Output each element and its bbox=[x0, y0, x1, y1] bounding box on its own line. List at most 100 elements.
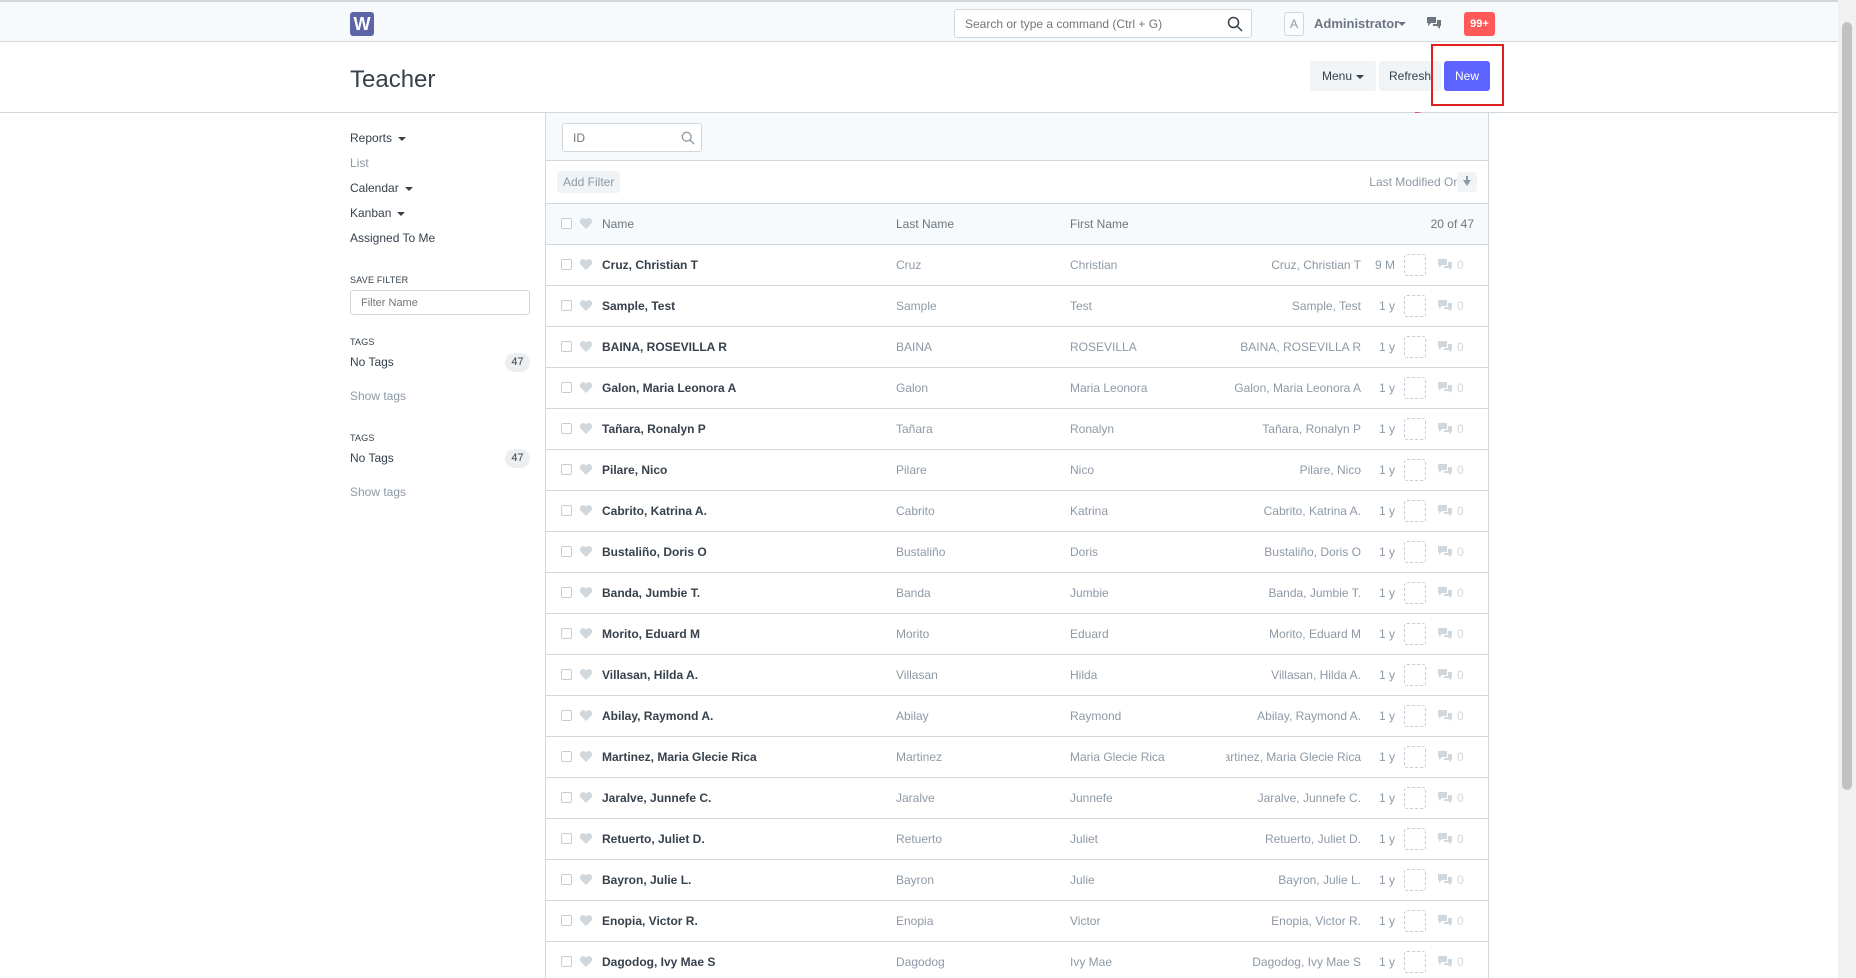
row-name-link[interactable]: Sample, Test bbox=[602, 286, 675, 326]
heart-icon[interactable] bbox=[579, 791, 593, 804]
table-row[interactable]: Pilare, Nico Pilare Nico Pilare, Nico 1 y 0 bbox=[546, 450, 1488, 491]
heart-icon[interactable] bbox=[579, 422, 593, 435]
row-checkbox[interactable] bbox=[561, 628, 572, 639]
table-row[interactable]: Tañara, Ronalyn P Tañara Ronalyn Tañara, Ro… bbox=[546, 409, 1488, 450]
row-checkbox[interactable] bbox=[561, 546, 572, 557]
row-name-link[interactable]: Cruz, Christian T bbox=[602, 245, 698, 285]
select-all-checkbox[interactable] bbox=[561, 218, 572, 229]
row-name-link[interactable]: Retuerto, Juliet D. bbox=[602, 819, 705, 859]
heart-icon[interactable] bbox=[579, 545, 593, 558]
sidebar-item-assigned-to-me[interactable]: Assigned To Me bbox=[350, 228, 530, 253]
row-checkbox[interactable] bbox=[561, 792, 572, 803]
sort-selector[interactable]: Last Modified On bbox=[1369, 175, 1460, 189]
id-filter-input[interactable] bbox=[563, 124, 673, 151]
user-menu[interactable]: Administrator bbox=[1314, 16, 1399, 31]
caret-down-icon[interactable] bbox=[1398, 22, 1406, 26]
heart-icon[interactable] bbox=[579, 504, 593, 517]
row-checkbox[interactable] bbox=[561, 587, 572, 598]
table-row[interactable]: Enopia, Victor R. Enopia Victor Enopia, Vic… bbox=[546, 901, 1488, 942]
search-icon[interactable] bbox=[1227, 16, 1243, 32]
table-row[interactable]: Bayron, Julie L. Bayron Julie Bayron, Julie… bbox=[546, 860, 1488, 901]
awesome-bar[interactable] bbox=[954, 9, 1252, 38]
chat-icon[interactable] bbox=[1426, 16, 1442, 30]
row-checkbox[interactable] bbox=[561, 341, 572, 352]
user-avatar[interactable]: A bbox=[1284, 12, 1304, 36]
row-name-link[interactable]: Pilare, Nico bbox=[602, 450, 667, 490]
filter-name-input[interactable] bbox=[350, 290, 530, 315]
table-row[interactable]: Cruz, Christian T Cruz Christian Cruz, Chri… bbox=[546, 245, 1488, 286]
table-row[interactable]: Retuerto, Juliet D. Retuerto Juliet Retuert… bbox=[546, 819, 1488, 860]
page-scrollbar[interactable] bbox=[1838, 0, 1856, 978]
heart-icon[interactable] bbox=[579, 832, 593, 845]
table-row[interactable]: BAINA, ROSEVILLA R BAINA ROSEVILLA BAINA, R… bbox=[546, 327, 1488, 368]
heart-icon[interactable] bbox=[579, 668, 593, 681]
row-checkbox[interactable] bbox=[561, 956, 572, 967]
heart-icon[interactable] bbox=[579, 914, 593, 927]
row-checkbox[interactable] bbox=[561, 259, 572, 270]
table-row[interactable]: Martinez, Maria Glecie Rica Martinez Maria… bbox=[546, 737, 1488, 778]
sidebar-item-kanban[interactable]: Kanban bbox=[350, 203, 530, 228]
row-name-link[interactable]: Villasan, Hilda A. bbox=[602, 655, 698, 695]
heart-icon[interactable] bbox=[579, 750, 593, 763]
row-name-link[interactable]: Jaralve, Junnefe C. bbox=[602, 778, 711, 818]
table-row[interactable]: Jaralve, Junnefe C. Jaralve Junnefe Jaralve… bbox=[546, 778, 1488, 819]
row-checkbox[interactable] bbox=[561, 464, 572, 475]
heart-icon[interactable] bbox=[579, 463, 593, 476]
row-checkbox[interactable] bbox=[561, 874, 572, 885]
sort-order-button[interactable] bbox=[1457, 172, 1477, 192]
row-checkbox[interactable] bbox=[561, 669, 572, 680]
id-filter-field[interactable] bbox=[562, 123, 702, 152]
heart-icon[interactable] bbox=[579, 217, 593, 230]
row-name-link[interactable]: Cabrito, Katrina A. bbox=[602, 491, 707, 531]
heart-icon[interactable] bbox=[579, 586, 593, 599]
heart-icon[interactable] bbox=[579, 627, 593, 640]
table-row[interactable]: Banda, Jumbie T. Banda Jumbie Banda, Jumbie… bbox=[546, 573, 1488, 614]
show-tags-link[interactable]: Show tags bbox=[350, 485, 530, 507]
heart-icon[interactable] bbox=[579, 709, 593, 722]
heart-icon[interactable] bbox=[579, 955, 593, 968]
no-tags-item[interactable]: No Tags 47 bbox=[350, 352, 530, 377]
row-checkbox[interactable] bbox=[561, 300, 572, 311]
heart-icon[interactable] bbox=[579, 873, 593, 886]
sidebar-item-list[interactable]: List bbox=[350, 153, 530, 178]
row-name-link[interactable]: BAINA, ROSEVILLA R bbox=[602, 327, 727, 367]
heart-icon[interactable] bbox=[579, 299, 593, 312]
row-checkbox[interactable] bbox=[561, 382, 572, 393]
table-row[interactable]: Abilay, Raymond A. Abilay Raymond Abilay, R… bbox=[546, 696, 1488, 737]
row-name-link[interactable]: Tañara, Ronalyn P bbox=[602, 409, 706, 449]
row-name-link[interactable]: Banda, Jumbie T. bbox=[602, 573, 700, 613]
scrollbar-thumb[interactable] bbox=[1842, 22, 1852, 790]
row-checkbox[interactable] bbox=[561, 833, 572, 844]
row-name-link[interactable]: Morito, Eduard M bbox=[602, 614, 700, 654]
search-input[interactable] bbox=[955, 10, 1215, 37]
row-checkbox[interactable] bbox=[561, 505, 572, 516]
table-row[interactable]: Sample, Test Sample Test Sample, Test 1 y 0 bbox=[546, 286, 1488, 327]
app-logo[interactable]: W bbox=[350, 12, 374, 36]
no-tags-item[interactable]: No Tags 47 bbox=[350, 448, 530, 473]
heart-icon[interactable] bbox=[579, 340, 593, 353]
row-checkbox[interactable] bbox=[561, 751, 572, 762]
table-row[interactable]: Bustaliño, Doris O Bustaliño Doris Bustaliñ… bbox=[546, 532, 1488, 573]
sidebar-item-reports[interactable]: Reports bbox=[350, 128, 530, 153]
row-name-link[interactable]: Enopia, Victor R. bbox=[602, 901, 698, 941]
row-name-link[interactable]: Galon, Maria Leonora A bbox=[602, 368, 736, 408]
row-name-link[interactable]: Martinez, Maria Glecie Rica bbox=[602, 737, 757, 777]
row-checkbox[interactable] bbox=[561, 423, 572, 434]
row-name-link[interactable]: Dagodog, Ivy Mae S bbox=[602, 942, 715, 978]
table-row[interactable]: Cabrito, Katrina A. Cabrito Katrina Cabrito… bbox=[546, 491, 1488, 532]
table-row[interactable]: Morito, Eduard M Morito Eduard Morito, Edua… bbox=[546, 614, 1488, 655]
table-row[interactable]: Galon, Maria Leonora A Galon Maria Leonora… bbox=[546, 368, 1488, 409]
row-name-link[interactable]: Bustaliño, Doris O bbox=[602, 532, 707, 572]
row-checkbox[interactable] bbox=[561, 710, 572, 721]
notifications-badge[interactable]: 99+ bbox=[1464, 12, 1495, 36]
row-checkbox[interactable] bbox=[561, 915, 572, 926]
row-name-link[interactable]: Bayron, Julie L. bbox=[602, 860, 691, 900]
show-tags-link[interactable]: Show tags bbox=[350, 389, 530, 411]
table-row[interactable]: Dagodog, Ivy Mae S Dagodog Ivy Mae Dagodog,… bbox=[546, 942, 1488, 978]
sidebar-item-calendar[interactable]: Calendar bbox=[350, 178, 530, 203]
heart-icon[interactable] bbox=[579, 258, 593, 271]
row-name-link[interactable]: Abilay, Raymond A. bbox=[602, 696, 713, 736]
heart-icon[interactable] bbox=[579, 381, 593, 394]
add-filter-button[interactable]: Add Filter bbox=[557, 171, 621, 193]
table-row[interactable]: Villasan, Hilda A. Villasan Hilda Villasan,… bbox=[546, 655, 1488, 696]
